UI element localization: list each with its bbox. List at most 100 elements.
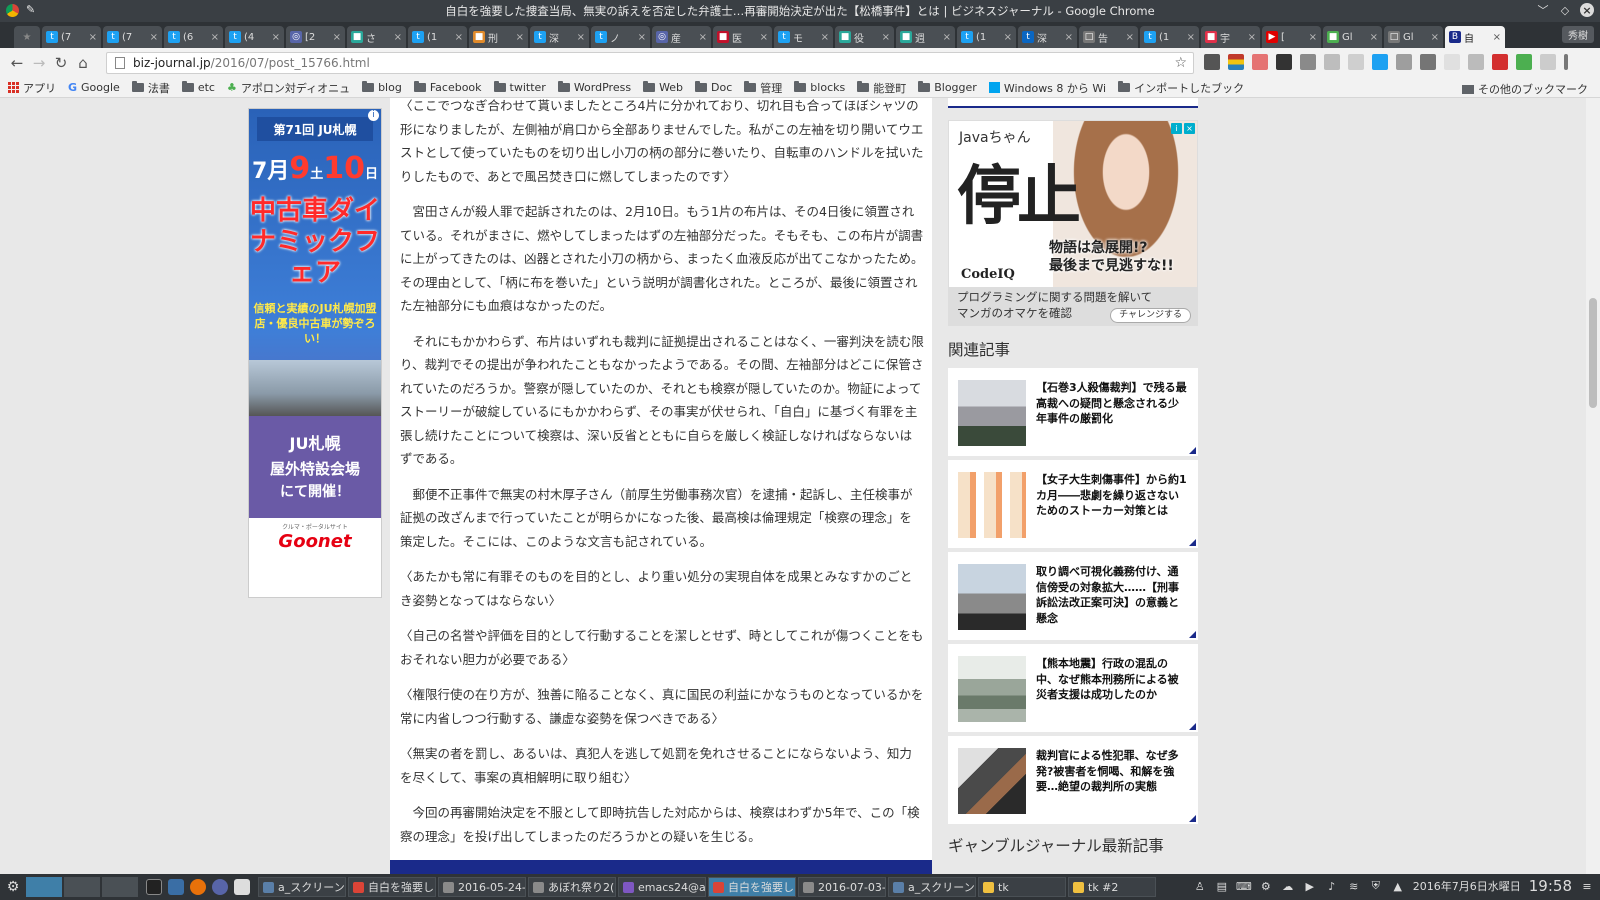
shield-icon[interactable]: ⛨ <box>1369 879 1383 893</box>
tab-close-icon[interactable]: × <box>638 32 646 43</box>
browser-tab[interactable]: ■ 役 × <box>835 26 894 48</box>
browser-tab[interactable]: t (1 × <box>957 26 1016 48</box>
bookmark-item[interactable]: twitter <box>493 81 546 94</box>
tab-close-icon[interactable]: × <box>1309 32 1317 43</box>
browser-tab[interactable]: t (7 × <box>103 26 162 48</box>
taskbar-task[interactable]: あぼれ祭り2( <box>528 877 616 897</box>
tab-close-icon[interactable]: × <box>1126 32 1134 43</box>
related-article-title[interactable]: 裁判官による性犯罪、なぜ多発?被害者を恫喝、和解を強要…絶望の裁判所の実態 <box>1036 748 1188 812</box>
ad-info-icon[interactable]: i <box>368 110 379 121</box>
tab-close-icon[interactable]: × <box>333 32 341 43</box>
menu-icon[interactable] <box>1564 54 1568 70</box>
related-article-thumbnail[interactable] <box>958 472 1026 538</box>
bookmark-item[interactable]: Web <box>643 81 683 94</box>
related-article[interactable]: 【熊本地震】行政の混乱の中、なぜ熊本刑務所による被災者支援は成功したのか <box>948 644 1198 732</box>
browser-tab[interactable]: ◎ [2 × <box>286 26 345 48</box>
browser-tab[interactable]: ■ さ × <box>347 26 406 48</box>
browser-tab[interactable]: t (6 × <box>164 26 223 48</box>
browser-tab[interactable]: ■ 週 × <box>896 26 955 48</box>
related-article-thumbnail[interactable] <box>958 564 1026 630</box>
taskbar-date[interactable]: 2016年7月6日水曜日 <box>1413 878 1521 894</box>
user-icon[interactable]: ♙ <box>1193 879 1207 893</box>
mail-icon[interactable] <box>168 879 184 895</box>
taskbar-task[interactable]: emacs24@a <box>618 877 706 897</box>
tab-close-icon[interactable]: × <box>943 32 951 43</box>
bookmark-item[interactable]: blocks <box>794 81 845 94</box>
browser-tab[interactable]: ■ 宇 × <box>1201 26 1260 48</box>
terminal-icon[interactable] <box>146 879 162 895</box>
tab-close-icon[interactable]: × <box>1431 32 1439 43</box>
bookmark-item[interactable]: ♣ アポロン対ディオニュ <box>227 80 350 96</box>
related-article-thumbnail[interactable] <box>958 656 1026 722</box>
extension-icon[interactable] <box>1444 54 1460 70</box>
challenge-button[interactable]: チャレンジする <box>1110 308 1191 323</box>
related-article-thumbnail[interactable] <box>958 748 1026 814</box>
tab-close-icon[interactable]: × <box>150 32 158 43</box>
taskbar-clock[interactable]: 19:58 <box>1529 877 1572 895</box>
volume-icon[interactable]: ♪ <box>1325 879 1339 893</box>
pin-icon[interactable]: ✎ <box>26 3 35 16</box>
adchoices-icon[interactable]: i × <box>1171 123 1195 135</box>
taskbar-task[interactable]: tk <box>978 877 1066 897</box>
related-article-title[interactable]: 【女子大生刺傷事件】から約1カ月――悲劇を繰り返さないためのストーカー対策とは <box>1036 472 1188 536</box>
profile-badge[interactable]: 秀樹 <box>1562 26 1594 43</box>
bookmark-star-icon[interactable]: ☆ <box>1174 55 1187 71</box>
bookmark-item[interactable]: 管理 <box>744 80 782 96</box>
tab-pinned[interactable]: ★ <box>14 26 40 48</box>
bookmark-item[interactable]: blog <box>362 81 402 94</box>
tab-close-icon[interactable]: × <box>272 32 280 43</box>
tab-close-icon[interactable]: × <box>1004 32 1012 43</box>
reload-icon[interactable]: ↻ <box>50 52 72 74</box>
tab-close-icon[interactable]: × <box>1248 32 1256 43</box>
tab-close-icon[interactable]: × <box>394 32 402 43</box>
browser-tab[interactable]: t (4 × <box>225 26 284 48</box>
taskbar-task[interactable]: a_スクリーン <box>258 877 346 897</box>
related-article[interactable]: 【女子大生刺傷事件】から約1カ月――悲劇を繰り返さないためのストーカー対策とは <box>948 460 1198 548</box>
bookmark-item[interactable]: G Google <box>68 81 120 94</box>
workspace-3[interactable] <box>102 877 138 897</box>
browser-tab[interactable]: ◎ 産 × <box>652 26 711 48</box>
related-article-thumbnail[interactable] <box>958 380 1026 446</box>
browser-tab[interactable]: □ Gl × <box>1384 26 1443 48</box>
address-bar[interactable]: biz-journal.jp/2016/07/post_15766.html ☆ <box>106 52 1194 74</box>
browser-tab[interactable]: ■ 刑 × <box>469 26 528 48</box>
bookmark-item[interactable]: Blogger <box>918 81 977 94</box>
extension-icon[interactable] <box>1348 54 1364 70</box>
related-article-title[interactable]: 【石巻3人殺傷裁判】で残る最高裁への疑問と懸念される少年事件の厳罰化 <box>1036 380 1188 444</box>
tab-close-icon[interactable]: × <box>1187 32 1195 43</box>
close-icon[interactable]: × <box>1580 3 1594 17</box>
tab-close-icon[interactable]: × <box>1370 32 1378 43</box>
bookmark-item[interactable]: Doc <box>695 81 732 94</box>
taskbar-task[interactable]: 自白を強要し <box>708 877 796 897</box>
related-article[interactable]: 【石巻3人殺傷裁判】で残る最高裁への疑問と懸念される少年事件の厳罰化 <box>948 368 1198 456</box>
taskbar-task[interactable]: tk #2 <box>1068 877 1156 897</box>
page-scrollbar[interactable] <box>1586 98 1600 874</box>
tab-close-icon[interactable]: × <box>882 32 890 43</box>
tab-close-icon[interactable]: × <box>89 32 97 43</box>
cloud-icon[interactable]: ☁ <box>1281 879 1295 893</box>
bookmark-item[interactable]: WordPress <box>557 81 631 94</box>
extension-icon[interactable] <box>1396 54 1412 70</box>
extension-icon[interactable] <box>1276 54 1292 70</box>
home-icon[interactable]: ⌂ <box>72 52 94 74</box>
minimize-icon[interactable]: ﹀ <box>1536 3 1550 17</box>
bookmark-item[interactable]: Facebook <box>413 81 482 94</box>
workspace-1[interactable] <box>26 877 62 897</box>
extension-icon[interactable] <box>1420 54 1436 70</box>
sidebar-top-box[interactable] <box>948 98 1198 108</box>
taskbar-task[interactable]: a_スクリーン <box>888 877 976 897</box>
scrollbar-thumb[interactable] <box>1589 298 1597 408</box>
maximize-icon[interactable]: ◇ <box>1558 3 1572 17</box>
tab-close-icon[interactable]: × <box>577 32 585 43</box>
left-advertisement[interactable]: i 第71回 JU札幌 7月9土10日 中古車ダイナミックフェア 信頼と実績のJ… <box>248 108 382 598</box>
bookmark-item[interactable]: 法書 <box>131 80 170 96</box>
browser-tab[interactable]: ▶[× <box>1262 26 1321 48</box>
clipboard-icon[interactable]: ▤ <box>1215 879 1229 893</box>
keyboard-icon[interactable]: ⌨ <box>1236 879 1252 893</box>
bookmark-item[interactable]: インポートしたブック <box>1118 80 1244 96</box>
browser-tab[interactable]: t (1 × <box>408 26 467 48</box>
tab-close-icon[interactable]: × <box>699 32 707 43</box>
extension-icon[interactable] <box>1228 54 1244 70</box>
forward-arrow-icon[interactable]: → <box>28 52 50 74</box>
other-bookmarks[interactable]: その他のブックマーク <box>1462 81 1588 97</box>
